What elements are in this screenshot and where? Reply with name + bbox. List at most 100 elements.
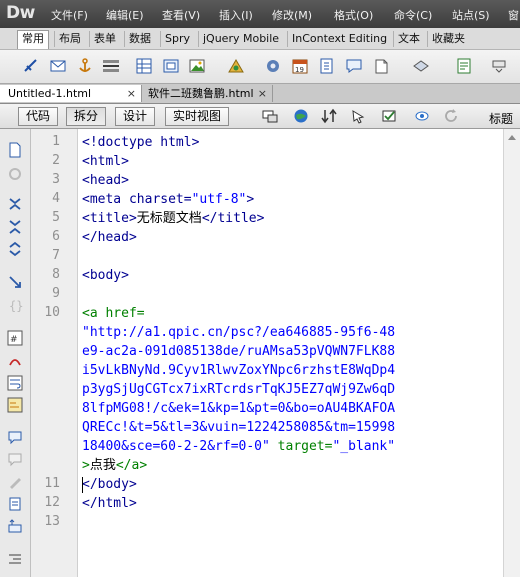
document-tab-student[interactable]: 软件二班魏鲁鹏.html × xyxy=(140,85,273,102)
menu-view[interactable]: 查看(V) xyxy=(162,7,200,23)
text-cursor xyxy=(82,477,83,493)
syntax-coloring-icon[interactable] xyxy=(7,397,23,413)
menu-format[interactable]: 格式(O) xyxy=(334,7,373,23)
tab-jquery-mobile[interactable]: jQuery Mobile xyxy=(198,31,283,47)
tab-favorites[interactable]: 收藏夹 xyxy=(427,31,469,47)
line-number-gutter: 1 2 3 4 5 6 7 8 9 10 11 12 13 xyxy=(31,129,78,577)
recent-snippets-icon[interactable] xyxy=(7,496,23,512)
code-line: </head> xyxy=(82,228,137,247)
widget-icon[interactable] xyxy=(264,57,282,75)
line-numbers-icon[interactable]: # xyxy=(7,330,23,346)
document-tab-untitled[interactable]: Untitled-1.html × xyxy=(0,85,142,102)
select-parent-tag-icon[interactable] xyxy=(7,274,23,290)
images-icon[interactable] xyxy=(189,57,207,75)
horizontal-rule-icon[interactable] xyxy=(102,57,120,75)
line-number: 10 xyxy=(44,305,60,320)
server-side-include-icon[interactable] xyxy=(318,57,336,75)
dreamweaver-logo: Dw xyxy=(6,3,35,23)
code-line: i5vLkBNyNd.9Cyv1RlwvZoxYNpc6rzhstE8WqDp4 xyxy=(82,361,395,380)
code-token: <body> xyxy=(82,268,129,283)
code-line: </body> xyxy=(82,475,137,494)
code-view-button[interactable]: 代码 xyxy=(18,107,59,126)
menu-file[interactable]: 文件(F) xyxy=(51,7,88,23)
tag-chooser-icon[interactable] xyxy=(490,57,508,75)
tab-common[interactable]: 常用 xyxy=(17,30,49,49)
email-link-icon[interactable] xyxy=(49,57,67,75)
line-number: 13 xyxy=(44,514,60,529)
table-icon[interactable] xyxy=(135,57,153,75)
named-anchor-icon[interactable] xyxy=(76,57,94,75)
comment-icon[interactable] xyxy=(345,57,363,75)
vertical-scrollbar[interactable] xyxy=(503,129,520,577)
tab-data[interactable]: 数据 xyxy=(124,31,155,47)
line-number: 1 xyxy=(52,134,60,149)
svg-text:{}: {} xyxy=(9,299,23,313)
hyperlink-icon[interactable] xyxy=(22,57,40,75)
highlight-invalid-code-icon[interactable] xyxy=(7,353,23,369)
live-code-icon[interactable] xyxy=(351,108,367,124)
head-icon[interactable] xyxy=(372,57,390,75)
code-line: "http://a1.qpic.cn/psc?/ea646885-95f6-48 xyxy=(82,323,395,342)
insert-toolbar: 19 xyxy=(0,50,520,84)
balance-braces-icon[interactable]: {} xyxy=(7,297,23,313)
design-view-button[interactable]: 设计 xyxy=(115,107,156,126)
collapse-full-tag-icon[interactable] xyxy=(7,196,23,212)
apply-comment-icon[interactable] xyxy=(7,429,23,445)
date-icon[interactable]: 19 xyxy=(291,57,309,75)
multiscreen-icon[interactable] xyxy=(262,108,278,124)
wrap-tag-icon[interactable] xyxy=(7,474,23,490)
word-wrap-icon[interactable] xyxy=(7,375,23,391)
remove-comment-icon[interactable] xyxy=(7,451,23,467)
visual-aids-icon[interactable] xyxy=(414,108,430,124)
collapse-selection-icon[interactable] xyxy=(7,219,23,235)
split-view-button[interactable]: 拆分 xyxy=(66,107,107,126)
code-line: >点我</a> xyxy=(82,456,147,475)
code-line: <!doctype html> xyxy=(82,133,199,152)
code-line: 18400&sce=60-2-2&rf=0-0" target="_blank" xyxy=(82,437,395,456)
file-management-icon[interactable] xyxy=(321,108,337,124)
tab-text[interactable]: 文本 xyxy=(393,31,424,47)
menu-edit[interactable]: 编辑(E) xyxy=(106,7,144,23)
code-token: <a href= xyxy=(82,306,145,321)
document-toolbar: 代码 拆分 设计 实时视图 标题 xyxy=(0,104,520,129)
menu-modify[interactable]: 修改(M) xyxy=(272,7,312,23)
close-tab-icon[interactable]: × xyxy=(258,85,267,102)
script-icon[interactable] xyxy=(412,57,430,75)
preview-browser-icon[interactable] xyxy=(293,108,309,124)
code-string: 18400&sce=60-2-2&rf=0-0" xyxy=(82,439,270,454)
menu-window[interactable]: 窗口 xyxy=(508,7,520,23)
scroll-up-arrow-icon[interactable] xyxy=(508,135,516,140)
insert-div-icon[interactable] xyxy=(162,57,180,75)
tab-layout[interactable]: 布局 xyxy=(54,31,85,47)
refresh-icon[interactable] xyxy=(443,108,459,124)
templates-icon[interactable] xyxy=(455,57,473,75)
code-token: <head> xyxy=(82,173,129,188)
check-page-icon[interactable] xyxy=(381,108,397,124)
line-number: 2 xyxy=(52,153,60,168)
show-code-navigator-icon[interactable] xyxy=(7,166,23,182)
close-tab-icon[interactable]: × xyxy=(127,85,136,102)
media-icon[interactable] xyxy=(227,57,245,75)
code-line: <head> xyxy=(82,171,129,190)
coding-toolbar: {} # xyxy=(0,129,31,577)
live-view-button[interactable]: 实时视图 xyxy=(165,107,230,126)
tab-forms[interactable]: 表单 xyxy=(89,31,120,47)
menu-insert[interactable]: 插入(I) xyxy=(219,7,253,23)
tab-spry[interactable]: Spry xyxy=(160,31,194,47)
menu-site[interactable]: 站点(S) xyxy=(452,7,490,23)
code-token: target= xyxy=(269,439,333,454)
code-string: "http://a1.qpic.cn/psc?/ea646885-95f6-48 xyxy=(82,325,396,340)
code-string: QRECc!&t=5&tl=3&vuin=1224258085&tm=15998 xyxy=(82,420,396,435)
code-string: "utf-8" xyxy=(191,192,247,207)
code-token: </body> xyxy=(82,477,137,492)
svg-text:#: # xyxy=(10,335,18,345)
tab-incontext-editing[interactable]: InContext Editing xyxy=(287,31,391,47)
open-documents-icon[interactable] xyxy=(7,142,23,158)
indent-code-icon[interactable] xyxy=(7,551,23,567)
code-token: <!doctype html> xyxy=(82,135,200,150)
move-css-icon[interactable] xyxy=(7,518,23,534)
line-number: 12 xyxy=(44,495,60,510)
code-token: > xyxy=(82,458,90,473)
expand-all-icon[interactable] xyxy=(7,241,23,257)
menu-commands[interactable]: 命令(C) xyxy=(394,7,432,23)
